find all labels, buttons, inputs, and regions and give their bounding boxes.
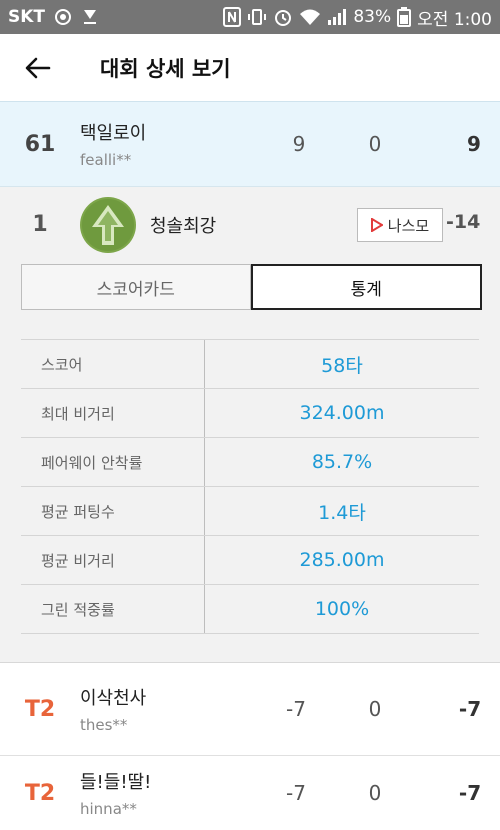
nasmo-label: 나스모 bbox=[387, 216, 430, 235]
play-icon bbox=[370, 218, 383, 232]
score-col2: 0 bbox=[368, 781, 382, 805]
battery-icon bbox=[397, 7, 412, 27]
rank: T2 bbox=[24, 696, 56, 722]
stat-label: 그린 적중률 bbox=[21, 585, 205, 633]
score-total: -7 bbox=[458, 781, 482, 805]
stat-label: 평균 퍼팅수 bbox=[21, 487, 205, 535]
rank: T2 bbox=[24, 780, 56, 806]
player-name: 택일로이 bbox=[80, 123, 147, 144]
player-name: 들!들!딸! bbox=[80, 772, 152, 793]
rank: 1 bbox=[32, 212, 48, 237]
score-col1: -7 bbox=[286, 697, 306, 721]
stat-value: 1.4타 bbox=[318, 501, 366, 524]
stat-value: 58타 bbox=[321, 354, 363, 377]
score-total: -7 bbox=[458, 697, 482, 721]
stat-label: 평균 비거리 bbox=[21, 536, 205, 584]
stat-value: 85.7% bbox=[311, 451, 373, 473]
tab-stats[interactable]: 통계 bbox=[250, 264, 482, 310]
wifi-icon bbox=[299, 8, 321, 26]
player-name: 청솔최강 bbox=[150, 215, 217, 237]
carrier-label: SKT bbox=[8, 7, 46, 27]
back-arrow-icon bbox=[25, 57, 51, 78]
score-col2: 0 bbox=[368, 132, 382, 156]
player-name: 이삭천사 bbox=[80, 688, 147, 709]
stat-row-fairway: 페어웨이 안착률 85.7% bbox=[21, 438, 479, 487]
score-col2: 0 bbox=[368, 697, 382, 721]
score-col1: -7 bbox=[286, 781, 306, 805]
stat-row-green-hit: 그린 적중률 100% bbox=[21, 585, 479, 634]
stat-row-avg-distance: 평균 비거리 285.00m bbox=[21, 536, 479, 585]
vibrate-icon bbox=[247, 7, 267, 27]
tab-bar: 스코어카드 통계 bbox=[21, 264, 482, 310]
status-bar: SKT 83% 오전 1:00 bbox=[0, 0, 500, 34]
tab-scorecard[interactable]: 스코어카드 bbox=[21, 264, 251, 310]
player-id: fealli** bbox=[80, 151, 132, 169]
battery-percent: 83% bbox=[353, 7, 392, 27]
avatar bbox=[80, 196, 136, 253]
stat-label: 최대 비거리 bbox=[21, 389, 205, 437]
stats-table: 스코어 58타 최대 비거리 324.00m 페어웨이 안착률 85.7% 평균… bbox=[21, 339, 479, 634]
leaderboard-row-highlighted[interactable]: 61 택일로이 fealli** 9 0 9 bbox=[0, 101, 500, 187]
stat-label: 페어웨이 안착률 bbox=[21, 438, 205, 486]
app-bar: 대회 상세 보기 bbox=[0, 34, 500, 101]
stat-row-max-distance: 최대 비거리 324.00m bbox=[21, 389, 479, 438]
signal-icon bbox=[327, 8, 347, 26]
stat-row-putts: 평균 퍼팅수 1.4타 bbox=[21, 487, 479, 536]
player-info: 들!들!딸! hinna** bbox=[80, 768, 270, 818]
download-icon bbox=[81, 7, 99, 27]
nasmo-button[interactable]: 나스모 bbox=[357, 208, 443, 242]
sync-icon bbox=[53, 7, 73, 27]
back-button[interactable] bbox=[0, 34, 76, 101]
player-id: thes** bbox=[80, 716, 128, 734]
stat-label: 스코어 bbox=[21, 340, 205, 388]
stat-value: 324.00m bbox=[299, 402, 385, 424]
player-info: 이삭천사 thes** bbox=[80, 684, 270, 734]
stat-value: 100% bbox=[314, 598, 370, 620]
score-col1: 9 bbox=[292, 132, 306, 156]
stat-row-score: 스코어 58타 bbox=[21, 340, 479, 389]
clock: 오전 1:00 bbox=[417, 9, 492, 30]
player-score: -14 bbox=[446, 211, 481, 233]
stat-value: 285.00m bbox=[299, 549, 385, 571]
nfc-icon bbox=[223, 7, 242, 27]
rank: 61 bbox=[24, 131, 56, 157]
page-title: 대회 상세 보기 bbox=[100, 56, 231, 81]
leaderboard-row[interactable]: T2 이삭천사 thes** -7 0 -7 bbox=[0, 662, 500, 756]
player-id: hinna** bbox=[80, 800, 137, 818]
expanded-player-detail: 1 청솔최강 나스모 -14 스코어카드 통계 스코어 58타 최대 비거리 3… bbox=[0, 187, 500, 662]
alarm-icon bbox=[273, 7, 293, 27]
leaderboard-row[interactable]: T2 들!들!딸! hinna** -7 0 -7 bbox=[0, 756, 500, 830]
player-info: 택일로이 fealli** bbox=[80, 119, 270, 169]
score-total: 9 bbox=[467, 132, 481, 156]
